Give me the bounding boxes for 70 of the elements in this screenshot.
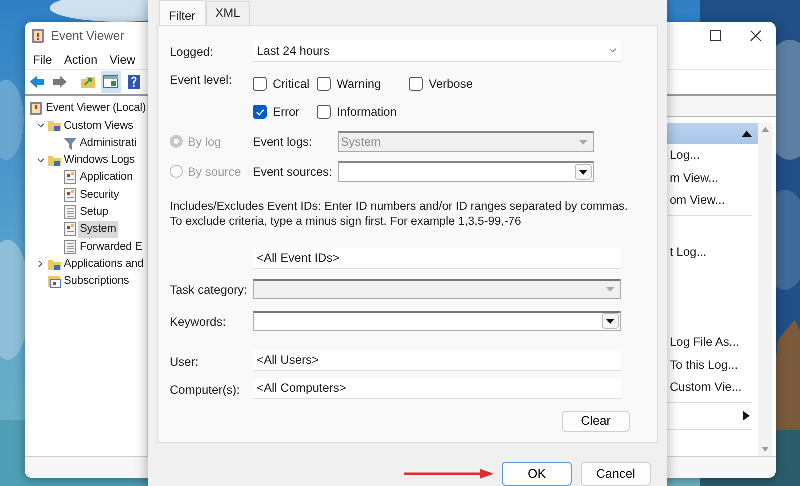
folder-icon	[47, 118, 62, 134]
tree-item[interactable]: Subscriptions	[62, 273, 132, 290]
task-link[interactable]: Log File As...	[667, 331, 758, 354]
scroll-up-icon[interactable]	[762, 127, 768, 132]
checkbox[interactable]: Error	[253, 103, 317, 121]
checkbox[interactable]: Verbose	[409, 75, 474, 93]
app-icon	[31, 28, 45, 44]
field-label: Event sources:	[253, 164, 334, 180]
logged-dropdown[interactable]: Last 24 hours	[253, 40, 621, 62]
tree-item[interactable]: Windows Logs	[62, 152, 137, 169]
tree-item[interactable]: Custom Views	[62, 118, 136, 134]
task-link[interactable]: m View...	[667, 166, 758, 189]
dialog-button[interactable]: Cancel	[581, 462, 651, 486]
expanded-caret-icon[interactable]	[37, 158, 45, 164]
task-link[interactable]: om View...	[667, 189, 758, 212]
log-icon	[63, 170, 78, 186]
menu-item[interactable]: File	[27, 50, 58, 68]
help-text: Includes/Excludes Event IDs: Enter ID numbers and/or ID ranges separated by commas. To exclude criteria, type a minus sign first. For example 1,3,5-99,-76	[170, 199, 629, 229]
tree-item[interactable]: Applications and	[62, 256, 146, 273]
funnel-icon	[63, 136, 78, 151]
clear-button[interactable]: Clear	[562, 411, 630, 432]
tree-item[interactable]: Setup	[78, 204, 110, 221]
field-label: Computer(s):	[170, 382, 242, 399]
dropdown-arrow-icon[interactable]	[606, 318, 615, 324]
text-field[interactable]: <All Users>	[253, 350, 621, 371]
tab[interactable]: XML	[206, 1, 250, 25]
window-title: Event Viewer	[51, 28, 124, 45]
tab[interactable]: Filter	[159, 0, 206, 25]
document-icon	[63, 240, 78, 255]
tree-item[interactable]: Application	[78, 169, 136, 186]
field-label: Keywords:	[170, 314, 228, 331]
field-label: Logged:	[170, 44, 214, 61]
field-label: Event logs:	[253, 134, 314, 150]
event-log-icon	[29, 101, 44, 116]
field-label: Task category:	[170, 282, 248, 299]
tree-item[interactable]: System	[78, 221, 118, 238]
log-icon	[63, 222, 78, 238]
collapsed-caret-icon[interactable]	[38, 260, 44, 268]
checkbox[interactable]: Critical	[253, 75, 317, 93]
menu-item[interactable]: View	[104, 50, 142, 68]
tree-item[interactable]: Security	[78, 186, 122, 204]
tree-item[interactable]: Forwarded E	[78, 238, 144, 256]
text-field[interactable]: <All Computers>	[253, 378, 621, 399]
scrollbar[interactable]	[758, 123, 772, 456]
dialog-button[interactable]: OK	[502, 462, 572, 486]
chevron-down-icon[interactable]	[609, 48, 617, 53]
menu-item[interactable]: Action	[58, 50, 104, 68]
scroll-down-icon[interactable]	[762, 447, 768, 452]
close-icon[interactable]	[750, 30, 762, 42]
folder-icon	[47, 153, 62, 168]
document-icon	[63, 204, 78, 220]
maximize-icon[interactable]	[710, 30, 722, 42]
task-link[interactable]: t Log...	[667, 241, 758, 264]
checkbox[interactable]: Warning	[317, 75, 409, 93]
submenu-arrow-icon[interactable]	[743, 410, 750, 420]
checkbox[interactable]: Information	[317, 103, 409, 121]
expanded-caret-icon[interactable]	[37, 122, 45, 129]
collapse-icon[interactable]	[742, 130, 752, 137]
field-label: Event level:	[170, 72, 234, 89]
task-link[interactable]: To this Log...	[667, 354, 758, 376]
tree-item[interactable]: Event Viewer (Local)	[44, 100, 148, 118]
dropdown-field[interactable]	[253, 310, 621, 330]
text-field[interactable]: <All Event IDs>	[253, 248, 621, 269]
checkmark-icon	[256, 108, 264, 116]
field-label: User:	[170, 354, 200, 371]
tree-item[interactable]: Administrati	[78, 134, 139, 152]
log-icon	[63, 188, 78, 203]
task-link[interactable]: Custom Vie...	[667, 376, 758, 398]
folder-icon	[47, 274, 62, 290]
task-link[interactable]: Log...	[667, 144, 758, 166]
